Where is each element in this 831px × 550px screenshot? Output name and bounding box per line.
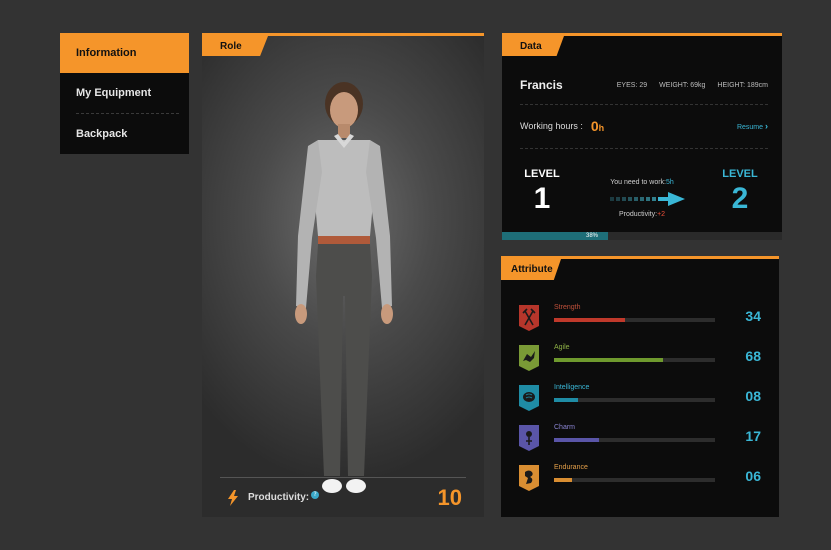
attribute-bar [554,318,715,322]
current-level: LEVEL 1 [517,168,567,216]
attribute-tab: Attribute [501,259,561,280]
attribute-name: Intelligence [554,384,590,391]
productivity-label: Productivity: [248,492,310,503]
character-model [295,82,393,493]
work-needed-prefix: You need to work: [610,179,666,186]
menu-item-information[interactable]: Information [60,33,189,73]
attribute-value: 06 [745,468,761,484]
productivity-bonus-value: +2 [657,211,666,218]
info-icon[interactable]: ? [311,490,320,499]
character-info-row: Francis EYES: 29 WEIGHT: 69kg HEIGHT: 18… [520,78,768,105]
attribute-value: 08 [745,388,761,404]
strength-shield-icon [519,305,539,331]
next-level-number: 2 [731,182,749,215]
eyes-stat: EYES: 29 [616,81,648,89]
intelligence-shield-icon [519,385,539,411]
agile-shield-icon [519,345,539,371]
chevron-right-icon: › [765,121,768,131]
productivity-bonus-prefix: Productivity: [618,211,658,218]
work-needed-value: 5h [665,179,674,186]
data-panel: Data Francis EYES: 29 WEIGHT: 69kg HEIGH… [502,33,782,240]
working-hours-row: Working hours : 0h Resume › [520,118,768,149]
data-tab: Data [502,36,564,56]
work-needed-text: You need to work:5h [597,179,687,186]
attribute-bar-fill [554,438,600,442]
attribute-row-intelligence: Intelligence 08 [518,384,761,414]
working-hours-value: 0h [591,118,604,134]
attribute-value: 17 [745,428,761,444]
working-hours-number: 0 [590,118,599,134]
attribute-name: Endurance [554,464,588,471]
attribute-name: Strength [554,304,581,311]
working-hours-unit: h [598,123,605,133]
current-level-label: LEVEL [524,168,560,180]
attribute-bar [554,398,715,402]
charm-shield-icon [519,425,539,451]
attribute-bar [554,358,715,362]
next-level-label: LEVEL [722,168,758,180]
role-footer: Productivity: ? 10 [220,477,466,517]
character-stats: EYES: 29 WEIGHT: 69kg HEIGHT: 189cm [617,82,768,89]
attribute-name: Charm [554,424,576,431]
attribute-bar-fill [554,318,625,322]
character-name: Francis [520,78,563,92]
resume-button[interactable]: Resume › [737,121,768,131]
attribute-bar [554,438,715,442]
attribute-bar-fill [554,478,572,482]
height-stat: HEIGHT: 189cm [717,81,768,89]
attribute-panel: Attribute Strength 34 Agile 68 Intellige… [501,256,779,517]
attribute-value: 68 [745,348,761,364]
role-tab: Role [202,36,268,56]
resume-label: Resume [736,124,764,131]
attribute-bar-fill [554,358,664,362]
next-level: LEVEL 2 [715,168,765,216]
attribute-row-agile: Agile 68 [518,344,761,374]
current-level-number: 1 [533,182,551,215]
productivity-value: 10 [437,484,462,510]
menu-item-my-equipment[interactable]: My Equipment [60,73,189,113]
role-panel: Role Productivity: ? 10 [202,33,484,517]
lightning-bolt-icon [228,489,238,506]
working-hours-label: Working hours : [520,121,583,131]
attribute-name: Agile [554,344,570,351]
attribute-value: 34 [745,308,761,324]
menu-item-backpack[interactable]: Backpack [60,114,189,154]
progress-arrow-icon [610,192,685,206]
attribute-bar-fill [554,398,579,402]
attribute-row-strength: Strength 34 [518,304,761,334]
attribute-row-charm: Charm 17 [518,424,761,454]
attribute-bar [554,478,715,482]
weight-stat: WEIGHT: 69kg [659,81,706,89]
attribute-row-endurance: Endurance 06 [518,464,761,494]
endurance-shield-icon [519,465,539,491]
experience-progress-bar: 38% [502,232,782,240]
experience-progress-text: 38% [586,233,599,239]
side-menu: Information My Equipment Backpack [60,33,189,154]
productivity-bonus-text: Productivity:+2 [597,211,687,218]
